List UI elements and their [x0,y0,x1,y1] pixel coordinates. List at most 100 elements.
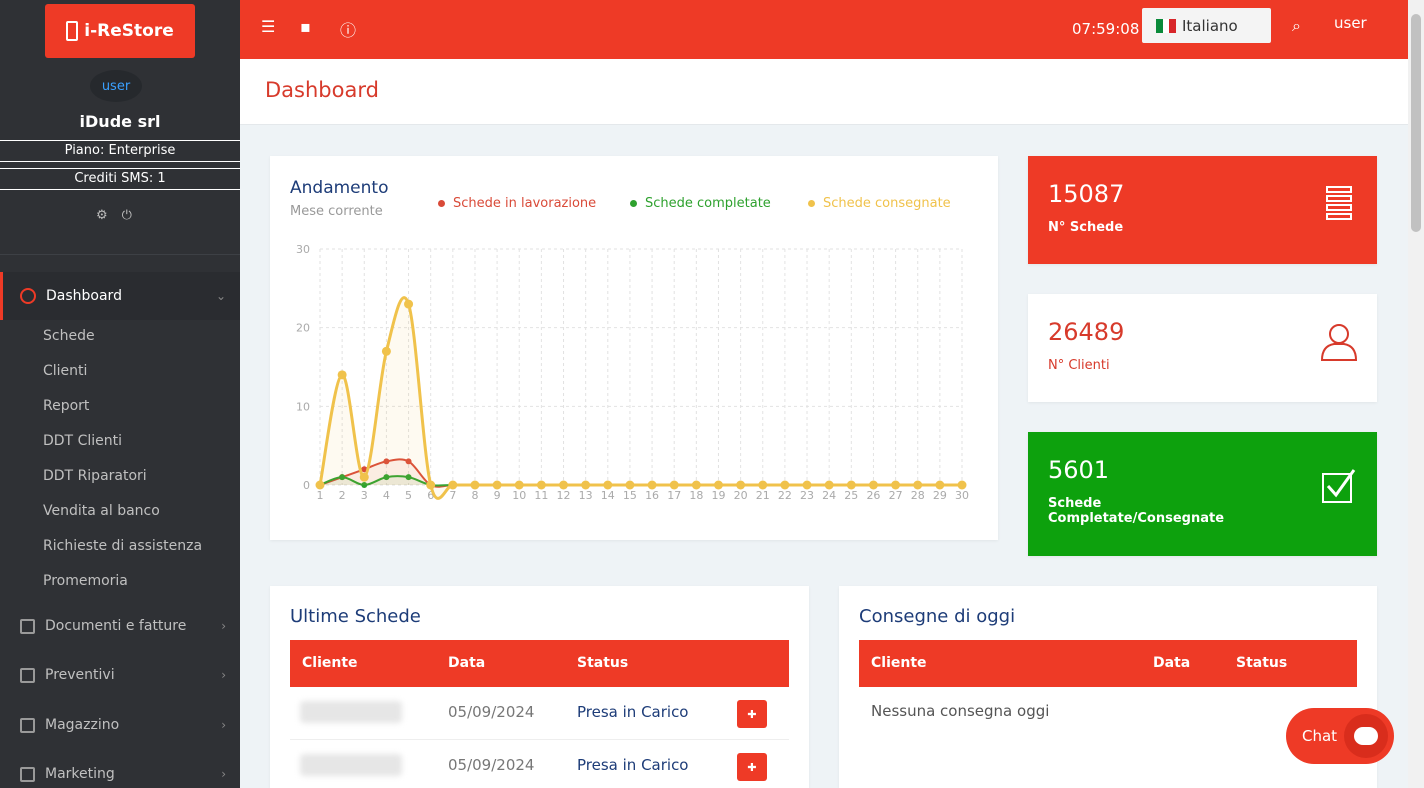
sidebar-item-dashboard[interactable]: Dashboard ⌄ [0,272,240,320]
sidebar-subitem-vendita[interactable]: Vendita al banco [43,503,160,519]
stat-card-clienti[interactable]: 26489 N° Clienti [1028,294,1377,402]
data-point [514,480,524,490]
y-tick-label: 0 [303,479,310,492]
brand-logo[interactable]: i-ReStore [45,4,195,58]
scrollbar[interactable] [1408,0,1424,788]
x-tick-label: 11 [534,489,548,502]
legend-item-completate[interactable]: Schede completate [630,196,771,211]
x-tick-label: 10 [512,489,526,502]
legend-dot [808,200,815,207]
column-header: Status [1236,655,1288,671]
topbar: ☰ ▪ ⓘ 07:59:08 Italiano ⌕ user [240,0,1408,59]
list-icon [1326,186,1352,220]
x-tick-label: 5 [405,489,412,502]
chat-label: Chat [1302,727,1338,745]
chat-icon[interactable]: ▪ [300,17,311,36]
row-date: 05/09/2024 [448,703,535,721]
data-point [780,480,790,490]
x-tick-label: 12 [557,489,571,502]
x-tick-label: 9 [494,489,501,502]
scrollbar-thumb[interactable] [1411,14,1421,232]
sidebar-subitem-ddt-clienti[interactable]: DDT Clienti [43,433,122,449]
x-tick-label: 15 [623,489,637,502]
data-point [846,480,856,490]
table-row[interactable]: 05/09/2024 Presa in Carico ✚ [290,687,789,740]
language-selector[interactable]: Italiano [1142,8,1271,43]
legend-label: Schede in lavorazione [453,196,597,211]
sidebar-subitem-schede[interactable]: Schede [43,328,95,344]
clipboard-icon [20,667,35,683]
data-point [603,480,613,490]
data-point [448,480,458,490]
x-tick-label: 20 [734,489,748,502]
data-point [426,480,436,490]
sidebar-item-preventivi[interactable]: Preventivi › [0,660,240,690]
customer-name-redacted [300,701,402,723]
menu-icon[interactable]: ☰ [261,17,275,36]
sidebar-subitem-richieste[interactable]: Richieste di assistenza [43,538,202,554]
sidebar: i-ReStore user iDude srl Piano: Enterpri… [0,0,240,788]
x-tick-label: 17 [667,489,681,502]
data-point [625,480,635,490]
power-icon[interactable]: ⏻ [122,208,132,223]
gear-icon[interactable]: ⚙ [96,208,108,223]
info-icon[interactable]: ⓘ [340,17,356,41]
data-point [337,370,347,380]
column-header: Data [1153,655,1191,671]
stat-value: 5601 [1048,456,1110,484]
user-avatar[interactable]: user [1334,14,1367,32]
sidebar-item-label: Documenti e fatture [45,618,187,634]
box-icon [20,717,35,733]
data-point [647,480,657,490]
search-icon[interactable]: ⌕ [1292,16,1301,36]
data-point [470,480,480,490]
chat-button[interactable]: Chat [1286,708,1394,764]
page-header: Dashboard [240,59,1408,125]
legend-item-consegnate[interactable]: Schede consegnate [808,196,951,211]
dashboard-icon [20,288,36,304]
legend-item-lavorazione[interactable]: Schede in lavorazione [438,196,596,211]
stat-value: 26489 [1048,318,1125,346]
sidebar-subitem-report[interactable]: Report [43,398,89,414]
sidebar-tools: ⚙ ⏻ [96,208,132,223]
row-date: 05/09/2024 [448,756,535,774]
sidebar-subitem-promemoria[interactable]: Promemoria [43,573,128,589]
language-label: Italiano [1182,16,1238,35]
x-tick-label: 1 [317,489,324,502]
stat-value: 15087 [1048,180,1125,208]
assign-user-button[interactable]: ✚ [737,700,767,728]
legend-dot [438,200,445,207]
x-tick-label: 14 [601,489,615,502]
x-tick-label: 26 [866,489,880,502]
stat-label: N° Schede [1048,220,1124,235]
sidebar-subitem-clienti[interactable]: Clienti [43,363,87,379]
data-point [492,480,502,490]
document-icon [20,618,35,634]
sidebar-item-label: Preventivi [45,667,115,683]
company-name: iDude srl [79,112,161,131]
y-tick-label: 30 [296,243,310,256]
sidebar-item-marketing[interactable]: Marketing › [0,759,240,788]
x-tick-label: 25 [844,489,858,502]
sidebar-item-documenti[interactable]: Documenti e fatture › [0,611,240,641]
data-point [713,480,723,490]
data-point [404,299,414,309]
assign-user-button[interactable]: ✚ [737,753,767,781]
clock: 07:59:08 [1072,20,1140,38]
sidebar-item-label: Dashboard [46,288,122,304]
user-icon [1320,324,1358,361]
x-tick-label: 27 [889,489,903,502]
stat-card-schede[interactable]: 15087 N° Schede [1028,156,1377,264]
sidebar-item-magazzino[interactable]: Magazzino › [0,710,240,740]
empty-state: Nessuna consegna oggi [871,702,1050,720]
column-header: Cliente [302,655,358,671]
checkbox-icon [1322,469,1356,503]
italy-flag-icon [1156,18,1177,33]
stat-card-completate[interactable]: 5601 Schede Completate/Consegnate [1028,432,1377,556]
table-row[interactable]: 05/09/2024 Presa in Carico ✚ [290,740,789,788]
data-point [581,480,591,490]
x-tick-label: 19 [711,489,725,502]
y-tick-label: 20 [296,322,310,335]
sidebar-subitem-ddt-riparatori[interactable]: DDT Riparatori [43,468,147,484]
stat-label: N° Clienti [1048,358,1110,373]
